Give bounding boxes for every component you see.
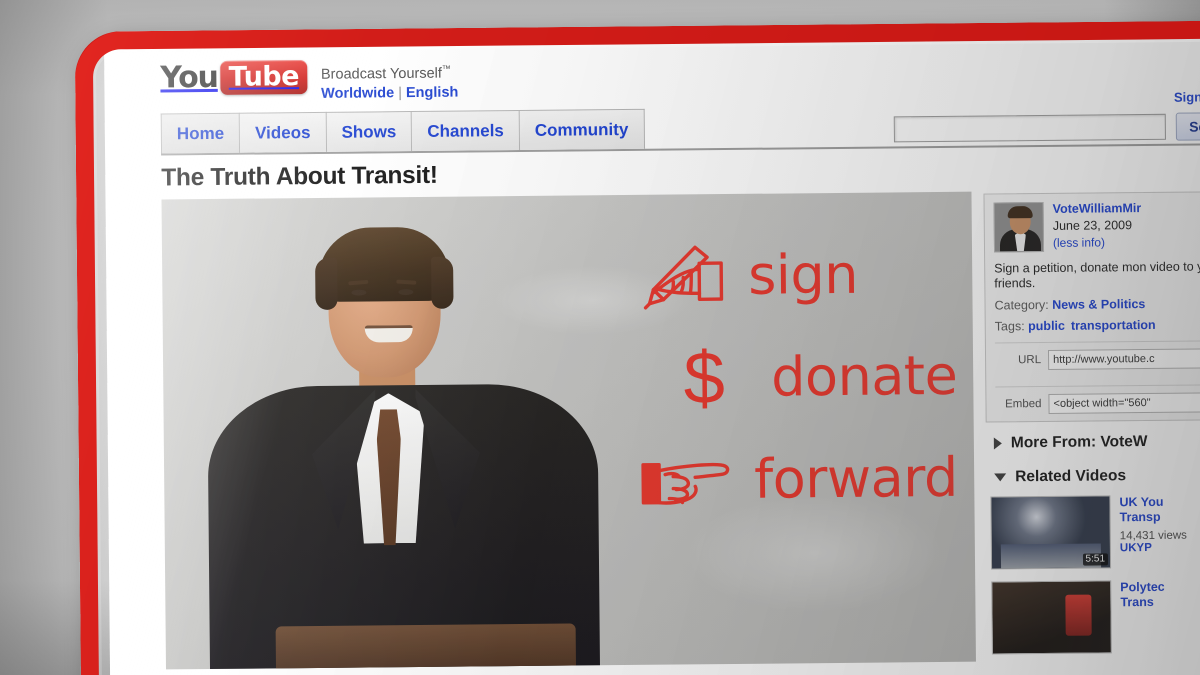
related-video-thumbnail[interactable] — [991, 580, 1112, 655]
speaker-figure — [206, 225, 601, 670]
search-bar: Search — [894, 112, 1200, 143]
nav-tab-shows[interactable]: Shows — [325, 111, 412, 152]
hand-writing-pen-icon — [632, 240, 731, 313]
avatar-hair — [1007, 206, 1033, 219]
cta-label-sign: sign — [747, 242, 859, 307]
category-line: Category: News & Politics — [994, 289, 1200, 313]
related-video-thumbnail[interactable]: 5:51 — [990, 495, 1112, 570]
less-info-link[interactable]: (less info) — [1053, 232, 1105, 249]
logo-tube-text: Tube — [220, 60, 308, 95]
related-videos-section-header[interactable]: Related Videos — [986, 454, 1200, 491]
video-duration-badge: 5:51 — [1082, 553, 1109, 566]
url-row: URL — [994, 339, 1200, 378]
slogan: Broadcast Yourself™ — [321, 61, 458, 84]
related-video-title[interactable]: Polytec — [1120, 580, 1165, 595]
uploader-row: VoteWilliamMir June 23, 2009 (less info) — [993, 200, 1200, 253]
embed-row: Embed — [995, 383, 1200, 422]
video-player[interactable]: sign $ donate forward — [161, 191, 976, 670]
account-links: Sign Up|Q — [1174, 89, 1200, 104]
content-area: sign $ donate forward VoteWilliamMir Jun… — [161, 189, 1200, 670]
slogan-text: Broadcast Yourself — [320, 65, 442, 83]
pointing-hand-icon — [638, 444, 737, 517]
nav-tab-videos[interactable]: Videos — [238, 111, 326, 153]
related-video-meta: UK You Transp 14,431 views UKYP — [1119, 495, 1187, 569]
related-video-title[interactable]: UK You — [1119, 495, 1186, 511]
more-from-section-header[interactable]: More From: VoteW — [986, 420, 1200, 457]
upload-date: June 23, 2009 — [1052, 218, 1133, 233]
locale-region-link[interactable]: Worldwide — [321, 85, 394, 102]
dollar-sign-icon: $ — [683, 336, 726, 420]
locale-separator: | — [398, 84, 403, 102]
screenshot-root: You Tube Broadcast Yourself™ Worldwide | E… — [0, 0, 1200, 675]
cta-row-forward: forward — [638, 438, 959, 521]
locale-row: Worldwide | English — [321, 83, 458, 103]
embed-label: Embed — [1005, 398, 1042, 411]
category-value-link[interactable]: News & Politics — [1052, 297, 1145, 312]
related-video-title-line2[interactable]: Trans — [1120, 595, 1165, 610]
cta-label-forward: forward — [753, 445, 959, 511]
search-input[interactable] — [894, 113, 1167, 143]
masthead: You Tube Broadcast Yourself™ Worldwide | E… — [160, 33, 1200, 114]
nav-tab-channels[interactable]: Channels — [411, 110, 520, 152]
uploader-avatar[interactable] — [993, 201, 1045, 253]
url-input[interactable] — [1047, 347, 1200, 370]
nav-tabs: Home Videos Shows Channels Community — [160, 108, 645, 154]
youtube-page: You Tube Broadcast Yourself™ Worldwide | E… — [104, 32, 1200, 675]
logo-you-text: You — [160, 59, 218, 96]
more-from-label: More From: VoteW — [1010, 433, 1148, 452]
chevron-right-icon — [993, 437, 1002, 450]
embed-input[interactable] — [1048, 391, 1200, 414]
cta-row-donate: $ donate — [655, 336, 958, 419]
video-sidebar: VoteWilliamMir June 23, 2009 (less info)… — [983, 189, 1200, 661]
youtube-logo[interactable]: You Tube — [160, 59, 308, 96]
tags-label: Tags: — [994, 319, 1025, 334]
podium — [275, 623, 577, 670]
chevron-down-icon — [994, 473, 1007, 482]
related-videos-label: Related Videos — [1015, 467, 1127, 486]
speaker-hair — [317, 226, 451, 302]
locale-language-link[interactable]: English — [406, 84, 459, 101]
slogan-block: Broadcast Yourself™ Worldwide | English — [321, 59, 459, 104]
related-video-item[interactable]: Polytec Trans — [987, 573, 1200, 661]
tag-link[interactable]: transportation — [1071, 318, 1156, 333]
trademark-symbol: ™ — [441, 63, 451, 74]
nav-tab-community[interactable]: Community — [518, 108, 645, 151]
call-to-action-list: sign $ donate forward — [632, 234, 959, 543]
nav-tab-home[interactable]: Home — [160, 112, 240, 154]
cta-label-donate: donate — [770, 343, 958, 409]
browser-page: You Tube Broadcast Yourself™ Worldwide | E… — [104, 32, 1200, 675]
category-label: Category: — [994, 297, 1049, 313]
related-video-item[interactable]: 5:51 UK You Transp 14,431 views UKYP — [986, 488, 1200, 576]
tag-link[interactable]: public — [1028, 319, 1065, 333]
uploader-name-link[interactable]: VoteWilliamMir — [1053, 201, 1142, 216]
url-label: URL — [1018, 354, 1042, 367]
uploader-meta: VoteWilliamMir June 23, 2009 (less info) — [1053, 201, 1142, 252]
search-button[interactable]: Search — [1176, 112, 1200, 141]
speaker-smile — [364, 325, 413, 343]
related-video-uploader[interactable]: UKYP — [1120, 542, 1187, 554]
sign-up-link[interactable]: Sign Up — [1174, 89, 1200, 104]
tags-line: Tags: public transportation — [995, 310, 1200, 334]
video-info-card: VoteWilliamMir June 23, 2009 (less info)… — [983, 190, 1200, 423]
video-description: Sign a petition, donate mon video to you… — [994, 259, 1200, 291]
related-video-views: 14,431 views — [1119, 529, 1187, 543]
cta-row-sign: sign — [632, 234, 957, 317]
related-video-title-line2[interactable]: Transp — [1120, 510, 1187, 526]
related-video-meta: Polytec Trans — [1120, 580, 1165, 653]
